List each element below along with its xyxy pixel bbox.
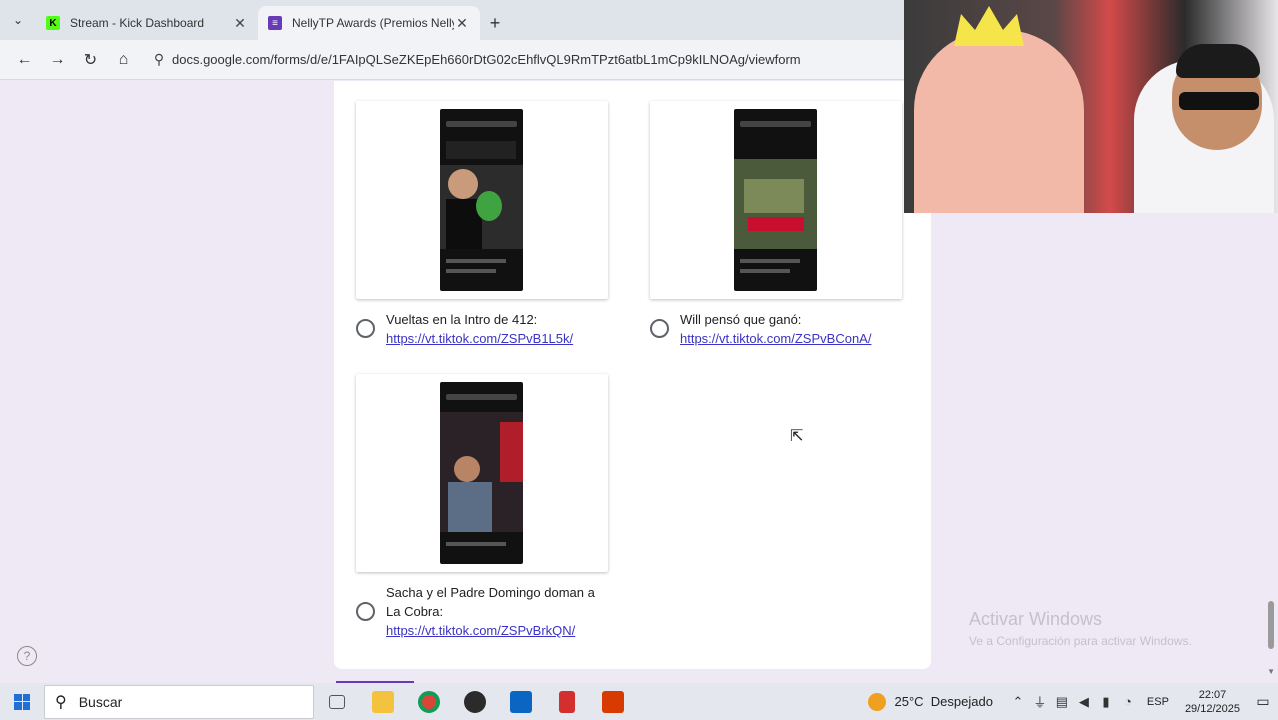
tab-title: NellyTP Awards (Premios Nelly bbox=[292, 16, 454, 30]
system-tray: 25°C Despejado ⌃ ⏚ ▤ ◀ ▮ ◔ ESP 22:07 29/… bbox=[868, 683, 1278, 720]
office-icon[interactable] bbox=[590, 683, 636, 720]
clock-date: 29/12/2025 bbox=[1184, 702, 1240, 715]
option-1-link[interactable]: https://vt.tiktok.com/ZSPvB1L5k/ bbox=[386, 329, 573, 348]
kick-icon: K bbox=[46, 16, 60, 30]
option-3-radio[interactable] bbox=[356, 602, 375, 621]
windows-logo-icon bbox=[14, 693, 30, 710]
sun-icon bbox=[868, 692, 887, 711]
screen: ⌄ K Stream - Kick Dashboard ✕ ≡ NellyTP … bbox=[0, 0, 1278, 720]
obs-icon[interactable] bbox=[452, 683, 498, 720]
language-indicator[interactable]: ESP bbox=[1147, 696, 1169, 708]
tiktok-thumbnail bbox=[734, 109, 817, 291]
close-icon[interactable]: ✕ bbox=[232, 15, 248, 32]
address-bar[interactable]: ⚲ docs.google.com/forms/d/e/1FAIpQLSeZKE… bbox=[146, 45, 904, 75]
home-button[interactable]: ⌂ bbox=[107, 45, 140, 75]
option-1-radio[interactable] bbox=[356, 319, 375, 338]
streamer-hair bbox=[1176, 44, 1260, 78]
back-button[interactable]: ← bbox=[8, 45, 41, 75]
volume-icon[interactable]: ◀ bbox=[1073, 694, 1095, 710]
tab-title: Stream - Kick Dashboard bbox=[70, 16, 205, 30]
watermark-title: Activar Windows bbox=[969, 609, 1103, 629]
browser-tabstrip: ⌄ K Stream - Kick Dashboard ✕ ≡ NellyTP … bbox=[0, 0, 904, 40]
chrome-icon[interactable] bbox=[406, 683, 452, 720]
pdf-icon[interactable] bbox=[544, 683, 590, 720]
option-3-text-line2: La Cobra: bbox=[386, 604, 444, 619]
weather-text: Despejado bbox=[930, 694, 993, 709]
option-2-image bbox=[650, 101, 902, 299]
option-2-label: Will pensó que ganó: https://vt.tiktok.c… bbox=[680, 310, 871, 348]
network-icon[interactable]: ▤ bbox=[1051, 694, 1073, 710]
wifi-icon[interactable]: ◔ bbox=[1117, 694, 1139, 709]
store-icon[interactable] bbox=[498, 683, 544, 720]
forward-button[interactable]: → bbox=[41, 45, 74, 75]
scroll-down-arrow-icon[interactable]: ▼ bbox=[1267, 667, 1275, 676]
watermark-subtitle: Ve a Configuración para activar Windows. bbox=[969, 634, 1192, 648]
option-1-image bbox=[356, 101, 608, 299]
taskbar-search[interactable]: ⚲ Buscar bbox=[44, 684, 314, 719]
site-info-icon[interactable]: ⚲ bbox=[146, 51, 172, 68]
weather-widget[interactable]: 25°C Despejado bbox=[868, 692, 993, 711]
streamer-person-1 bbox=[914, 30, 1084, 213]
reload-button[interactable]: ↻ bbox=[74, 45, 107, 75]
option-2-link[interactable]: https://vt.tiktok.com/ZSPvBConA/ bbox=[680, 329, 871, 348]
option-3-link[interactable]: https://vt.tiktok.com/ZSPvBrkQN/ bbox=[386, 621, 595, 640]
clock-time: 22:07 bbox=[1198, 688, 1227, 701]
crown-icon bbox=[954, 6, 1024, 46]
webcam-overlay bbox=[904, 0, 1278, 213]
forms-icon: ≡ bbox=[268, 16, 282, 30]
option-1-label: Vueltas en la Intro de 412: https://vt.t… bbox=[386, 310, 573, 348]
tab-search-button[interactable]: ⌄ bbox=[0, 0, 36, 40]
help-icon[interactable]: ? bbox=[17, 646, 37, 666]
start-button[interactable] bbox=[0, 683, 44, 720]
url-text: docs.google.com/forms/d/e/1FAIpQLSeZKEpE… bbox=[172, 52, 801, 67]
search-icon: ⚲ bbox=[55, 693, 67, 711]
option-2-radio[interactable] bbox=[650, 319, 669, 338]
weather-temp: 25°C bbox=[894, 694, 924, 709]
tab-kick-dashboard[interactable]: K Stream - Kick Dashboard ✕ bbox=[36, 6, 258, 40]
file-explorer-icon[interactable] bbox=[360, 683, 406, 720]
option-2-text: Will pensó que ganó: bbox=[680, 312, 802, 327]
close-icon[interactable]: ✕ bbox=[454, 15, 470, 32]
mouse-cursor-icon: ⇱ bbox=[790, 428, 804, 445]
tab-nellytp-awards[interactable]: ≡ NellyTP Awards (Premios Nelly ✕ bbox=[258, 6, 480, 40]
option-3-text-line1: Sacha y el Padre Domingo doman a bbox=[386, 585, 595, 600]
browser-toolbar: ← → ↻ ⌂ ⚲ docs.google.com/forms/d/e/1FAI… bbox=[0, 40, 904, 80]
tiktok-thumbnail bbox=[440, 109, 523, 291]
search-placeholder: Buscar bbox=[78, 693, 123, 710]
new-tab-button[interactable]: + bbox=[480, 6, 510, 40]
taskbar-clock[interactable]: 22:07 29/12/2025 bbox=[1185, 688, 1240, 716]
page-scrollbar[interactable] bbox=[1268, 601, 1274, 649]
option-3-image bbox=[356, 374, 608, 572]
option-3-label: Sacha y el Padre Domingo doman a La Cobr… bbox=[386, 583, 595, 640]
usb-icon[interactable]: ⏚ bbox=[1029, 692, 1051, 711]
option-1-text: Vueltas en la Intro de 412: bbox=[386, 312, 538, 327]
microphone-icon[interactable]: ▮ bbox=[1095, 694, 1117, 710]
windows-taskbar: ⚲ Buscar 25°C Despejado ⌃ ⏚ ▤ ◀ ▮ ◔ ESP … bbox=[0, 683, 1278, 720]
form-question-card: Vueltas en la Intro de 412: https://vt.t… bbox=[334, 81, 931, 669]
task-view-icon[interactable] bbox=[314, 683, 360, 720]
tiktok-thumbnail bbox=[440, 382, 523, 564]
chevron-up-icon[interactable]: ⌃ bbox=[1007, 694, 1029, 710]
notification-icon[interactable]: ▭ bbox=[1248, 693, 1278, 710]
sunglasses-icon bbox=[1179, 92, 1259, 110]
windows-activation-watermark: Activar Windows Ve a Configuración para … bbox=[969, 609, 1192, 648]
